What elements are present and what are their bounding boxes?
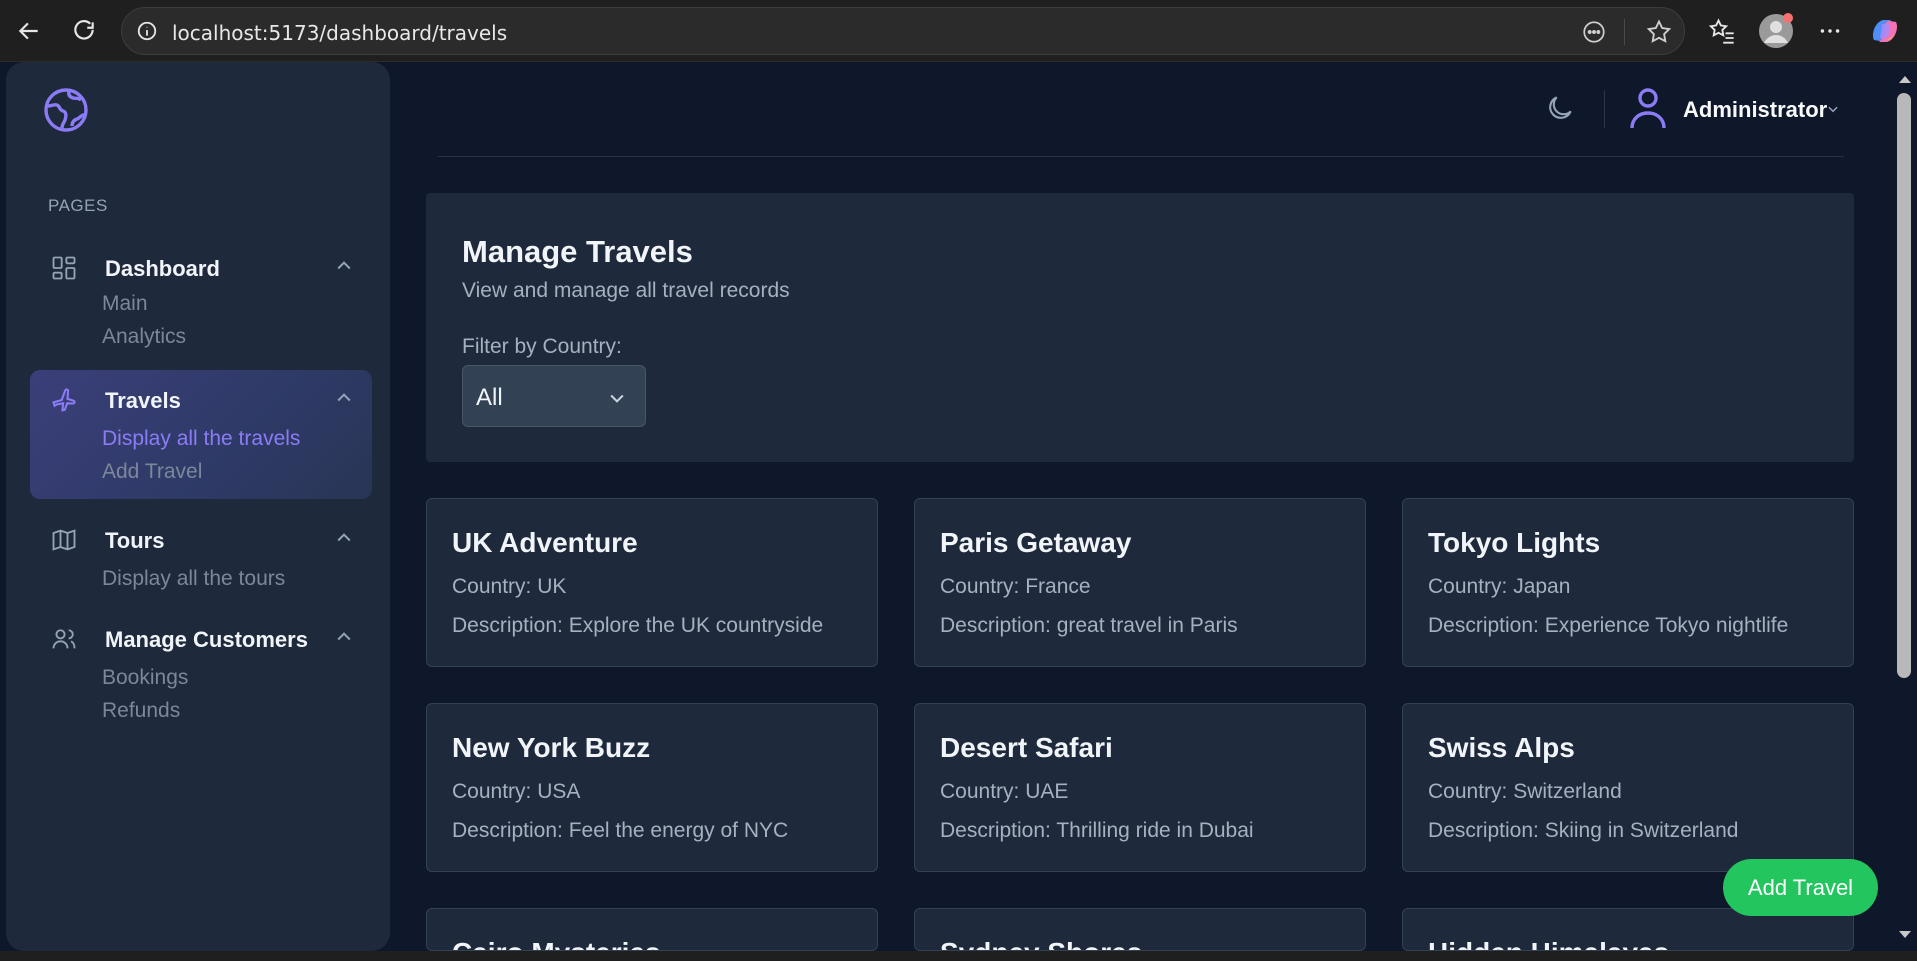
url-separator [1624,19,1625,45]
more-menu-icon[interactable] [1811,12,1849,50]
plane-icon [50,386,78,419]
favorites-list-icon[interactable] [1703,12,1741,50]
sidebar-subitem-main[interactable]: Main [102,292,148,316]
page-title: Manage Travels [462,234,693,269]
globe-logo-icon[interactable] [42,86,90,139]
sidebar-item-tours[interactable]: Tours [30,518,372,558]
country-filter-select[interactable]: All [462,365,646,427]
travel-card-description: Description: great travel in Paris [940,614,1238,637]
chevron-up-icon[interactable] [334,627,354,652]
chevron-down-icon[interactable] [1826,102,1840,121]
users-icon [50,625,78,658]
header-divider [438,156,1844,157]
map-icon [50,526,78,559]
chevron-up-icon[interactable] [334,388,354,413]
chevron-up-icon[interactable] [334,528,354,553]
travel-card-country: Country: Japan [1428,575,1571,598]
travel-card-country: Country: UK [452,575,567,598]
user-icon[interactable] [1628,86,1668,135]
scrollbar-thumb[interactable] [1897,93,1911,678]
travel-card-title: Sydney Shores [940,937,1142,950]
reload-icon[interactable] [65,12,103,50]
sidebar-subitem-bookings[interactable]: Bookings [102,666,188,690]
travel-card[interactable]: Tokyo Lights Country: Japan Description:… [1402,498,1854,667]
travel-card-title: Cairo Mysteries [452,937,661,950]
sidebar-item-label: Travels [105,388,181,413]
reader-mode-icon[interactable] [1581,19,1607,50]
scroll-up-arrow-icon[interactable] [1896,72,1914,91]
sidebar-item-travels[interactable]: Travels [30,378,372,418]
travel-card-title: Tokyo Lights [1428,527,1601,558]
travel-card[interactable]: Swiss Alps Country: Switzerland Descript… [1402,703,1854,872]
sidebar-group-manage-customers: Manage Customers Bookings Refunds [30,609,372,729]
travel-card-description: Description: Thrilling ride in Dubai [940,819,1254,842]
sidebar-item-manage-customers[interactable]: Manage Customers [30,617,372,657]
travel-card[interactable]: Desert Safari Country: UAE Description: … [914,703,1366,872]
travel-card-title: Desert Safari [940,732,1113,763]
travel-card-description: Description: Experience Tokyo nightlife [1428,614,1789,637]
travel-card[interactable]: Paris Getaway Country: France Descriptio… [914,498,1366,667]
travel-card-title: Swiss Alps [1428,732,1575,763]
travel-card[interactable]: New York Buzz Country: USA Description: … [426,703,878,872]
header-separator [1604,90,1605,128]
sidebar-subitem-display-tours[interactable]: Display all the tours [102,567,285,591]
favorite-star-icon[interactable] [1645,18,1673,51]
url-text: localhost:5173/dashboard/travels [172,21,508,45]
dark-mode-toggle-icon[interactable] [1544,92,1576,129]
page-subtitle: View and manage all travel records [462,279,790,302]
sidebar-subitem-analytics[interactable]: Analytics [102,325,186,349]
travel-card-country: Country: Switzerland [1428,780,1622,803]
scroll-down-arrow-icon[interactable] [1896,928,1914,947]
sidebar-group-dashboard: Dashboard Main Analytics [30,246,372,349]
sidebar-subitem-display-travels[interactable]: Display all the travels [102,427,300,451]
back-icon[interactable] [10,12,48,50]
travel-card[interactable]: Sydney Shores [914,908,1366,951]
profile-avatar[interactable] [1757,12,1795,50]
travel-card[interactable]: Cairo Mysteries [426,908,878,951]
sidebar-subitem-add-travel[interactable]: Add Travel [102,460,202,484]
add-travel-button[interactable]: Add Travel [1723,859,1878,916]
sidebar-section-title: PAGES [48,196,108,215]
chevron-up-icon[interactable] [334,256,354,281]
user-name[interactable]: Administrator [1683,97,1827,123]
country-filter-value: All [476,384,503,411]
sidebar-group-tours: Tours Display all the tours [30,510,372,590]
travel-card-country: Country: USA [452,780,581,803]
travel-card-title: New York Buzz [452,732,651,763]
copilot-icon[interactable] [1866,12,1904,50]
filter-label: Filter by Country: [462,335,622,358]
travel-card-title: UK Adventure [452,527,638,558]
travel-card[interactable]: UK Adventure Country: UK Description: Ex… [426,498,878,667]
sidebar-item-label: Manage Customers [105,627,308,652]
sidebar-group-travels: Travels Display all the travels Add Trav… [30,370,372,499]
browser-toolbar: localhost:5173/dashboard/travels [0,0,1917,62]
travel-card-country: Country: UAE [940,780,1069,803]
travel-card-description: Description: Explore the UK countryside [452,614,824,637]
sidebar-item-label: Dashboard [105,256,220,281]
manage-travels-panel: Manage Travels View and manage all trave… [426,193,1854,462]
sidebar-item-label: Tours [105,528,165,553]
sidebar: PAGES Dashboard Main Analytics Travels D… [6,62,390,951]
travel-card-description: Description: Skiing in Switzerland [1428,819,1739,842]
address-bar[interactable]: localhost:5173/dashboard/travels [121,7,1685,55]
sidebar-item-dashboard[interactable]: Dashboard [30,246,372,286]
travel-card-country: Country: France [940,575,1091,598]
dashboard-grid-icon [50,254,78,287]
chevron-down-icon [607,388,627,413]
travel-card-description: Description: Feel the energy of NYC [452,819,789,842]
site-info-icon[interactable] [136,20,158,47]
travel-card-title: Paris Getaway [940,527,1132,558]
window-bottom-edge [0,951,1917,961]
sidebar-subitem-refunds[interactable]: Refunds [102,699,180,723]
travel-card-title: Hidden Himalayas [1428,937,1669,950]
